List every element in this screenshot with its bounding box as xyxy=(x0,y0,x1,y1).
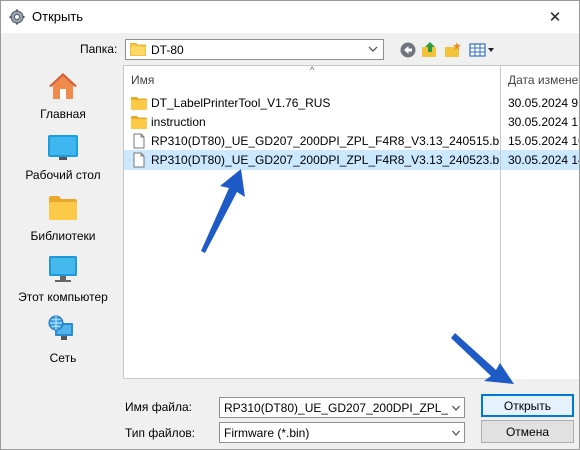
desktop-icon xyxy=(48,135,78,160)
title-bar: Открыть ✕ xyxy=(1,1,579,33)
file-icon xyxy=(133,152,145,168)
open-button[interactable]: Открыть xyxy=(481,394,574,417)
current-folder-name: DT-80 xyxy=(151,43,184,57)
chevron-down-icon[interactable] xyxy=(448,398,464,417)
home-icon xyxy=(49,73,77,99)
filename-input[interactable]: RP310(DT80)_UE_GD207_200DPI_ZPL_F4R8_V3.… xyxy=(219,397,465,418)
folder-up-icon xyxy=(422,42,436,57)
place-label: Библиотеки xyxy=(30,229,96,243)
back-button[interactable] xyxy=(399,41,417,59)
place-label: Этот компьютер xyxy=(18,290,108,304)
file-icon xyxy=(133,133,145,149)
view-grid-icon xyxy=(469,43,494,57)
close-icon: ✕ xyxy=(548,9,562,26)
place-label: Рабочий стол xyxy=(25,168,101,182)
open-file-dialog: Открыть ✕ Папка: DT-80 Главная Рабочий с… xyxy=(0,0,580,450)
folder-icon xyxy=(131,97,147,110)
file-name: DT_LabelPrinterTool_V1.76_RUS xyxy=(151,96,331,110)
cancel-button[interactable]: Отмена xyxy=(481,420,574,443)
list-item[interactable]: DT_LabelPrinterTool_V1.76_RUS xyxy=(124,93,500,113)
file-list[interactable]: ^ Имя DT_LabelPrinterTool_V1.76_RUS inst… xyxy=(123,65,501,379)
new-folder-button[interactable] xyxy=(444,41,462,59)
file-date: 30.05.2024 17 xyxy=(508,115,579,129)
list-item[interactable]: instruction xyxy=(124,112,500,132)
filename-label: Имя файла: xyxy=(125,400,192,414)
place-label: Главная xyxy=(40,107,86,121)
folder-icon xyxy=(130,43,146,56)
file-list-date-column[interactable]: Дата изменения 30.05.2024 9: 30.05.2024 … xyxy=(501,65,579,379)
view-menu-button[interactable] xyxy=(469,41,495,59)
place-network[interactable]: Сеть xyxy=(9,310,117,370)
place-libraries[interactable]: Библиотеки xyxy=(9,188,117,248)
filetype-label: Тип файлов: xyxy=(125,426,196,440)
close-button[interactable]: ✕ xyxy=(541,5,569,29)
file-name: RP310(DT80)_UE_GD207_200DPI_ZPL_F4R8_V3.… xyxy=(151,134,501,148)
filetype-value: Firmware (*.bin) xyxy=(224,426,310,440)
column-header-name[interactable]: Имя xyxy=(131,73,154,95)
places-bar: Главная Рабочий стол Библиотеки Этот ком… xyxy=(9,64,117,444)
place-this-pc[interactable]: Этот компьютер xyxy=(9,249,117,309)
gear-icon xyxy=(9,9,25,25)
folder-icon xyxy=(131,116,147,129)
up-folder-button[interactable] xyxy=(421,41,439,59)
column-header-date[interactable]: Дата изменения xyxy=(508,73,579,95)
new-folder-icon xyxy=(445,42,461,57)
folder-dropdown[interactable]: DT-80 xyxy=(125,39,384,60)
file-date: 30.05.2024 9: xyxy=(508,96,579,110)
libraries-icon xyxy=(49,196,77,220)
file-date: 15.05.2024 10 xyxy=(508,134,579,148)
folder-label: Папка: xyxy=(80,42,118,56)
place-label: Сеть xyxy=(49,351,77,365)
back-arrow-icon xyxy=(400,42,416,58)
list-item-selected[interactable]: RP310(DT80)_UE_GD207_200DPI_ZPL_F4R8_V3.… xyxy=(124,150,501,170)
window-title: Открыть xyxy=(32,9,84,24)
computer-icon xyxy=(49,256,77,282)
network-icon xyxy=(48,315,73,340)
filename-value: RP310(DT80)_UE_GD207_200DPI_ZPL_F4R8_V3.… xyxy=(224,401,464,415)
chevron-down-icon[interactable] xyxy=(448,423,464,442)
sort-ascending-icon: ^ xyxy=(310,65,315,75)
chevron-down-icon xyxy=(368,46,378,52)
list-item[interactable]: RP310(DT80)_UE_GD207_200DPI_ZPL_F4R8_V3.… xyxy=(124,131,501,151)
file-date: 30.05.2024 14 xyxy=(508,153,579,167)
file-name: RP310(DT80)_UE_GD207_200DPI_ZPL_F4R8_V3.… xyxy=(151,153,501,167)
place-home[interactable]: Главная xyxy=(9,66,117,126)
place-desktop[interactable]: Рабочий стол xyxy=(9,127,117,187)
file-name: instruction xyxy=(151,115,206,129)
filetype-dropdown[interactable]: Firmware (*.bin) xyxy=(219,422,465,443)
